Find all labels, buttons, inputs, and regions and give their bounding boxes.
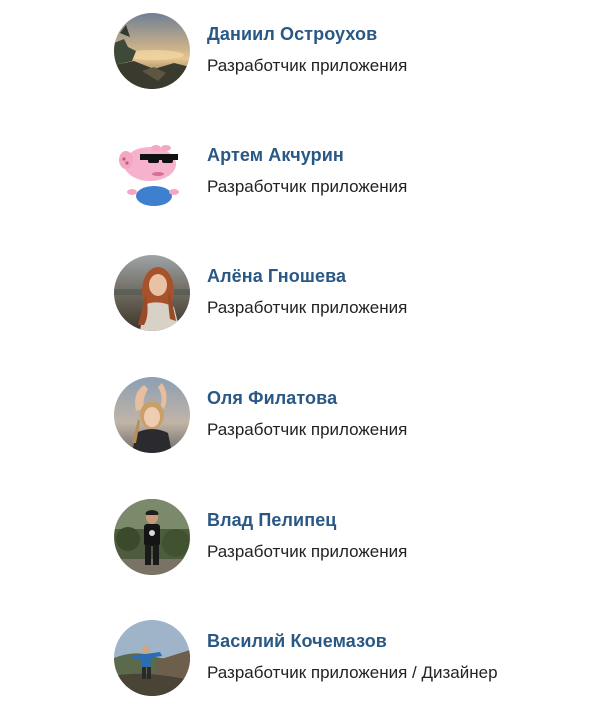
member-name[interactable]: Даниил Остроухов xyxy=(207,24,377,45)
member-role: Разработчик приложения xyxy=(207,298,408,317)
team-list: Даниил Остроухов Разработчик приложения xyxy=(0,0,612,712)
list-item[interactable]: Артем Акчурин Разработчик приложения xyxy=(114,134,574,210)
member-name[interactable]: Оля Филатова xyxy=(207,388,337,409)
list-item[interactable]: Оля Филатова Разработчик приложения xyxy=(114,377,574,453)
avatar[interactable] xyxy=(114,620,190,696)
avatar[interactable] xyxy=(114,499,190,575)
member-role: Разработчик приложения / Дизайнер xyxy=(207,663,498,682)
cartoon-pig-with-sunglasses-icon xyxy=(114,134,190,210)
member-role: Разработчик приложения xyxy=(207,542,408,561)
avatar[interactable] xyxy=(114,13,190,89)
avatar[interactable] xyxy=(114,255,190,331)
member-role: Разработчик приложения xyxy=(207,177,408,196)
member-name[interactable]: Артем Акчурин xyxy=(207,145,344,166)
member-name[interactable]: Алёна Гношева xyxy=(207,266,346,287)
avatar[interactable] xyxy=(114,134,190,210)
member-name[interactable]: Василий Кочемазов xyxy=(207,631,387,652)
list-item[interactable]: Влад Пелипец Разработчик приложения xyxy=(114,499,574,575)
woman-portrait-photo-icon xyxy=(114,377,190,453)
man-outdoor-photo-icon xyxy=(114,499,190,575)
member-name[interactable]: Влад Пелипец xyxy=(207,510,336,531)
list-item[interactable]: Даниил Остроухов Разработчик приложения xyxy=(114,13,574,89)
member-role: Разработчик приложения xyxy=(207,56,408,75)
avatar[interactable] xyxy=(114,377,190,453)
list-item[interactable]: Василий Кочемазов Разработчик приложения… xyxy=(114,620,574,696)
member-role: Разработчик приложения xyxy=(207,420,408,439)
man-outdoor-photo-icon xyxy=(114,620,190,696)
sunset-landscape-photo-icon xyxy=(114,13,190,89)
woman-portrait-photo-icon xyxy=(114,255,190,331)
list-item[interactable]: Алёна Гношева Разработчик приложения xyxy=(114,255,574,331)
